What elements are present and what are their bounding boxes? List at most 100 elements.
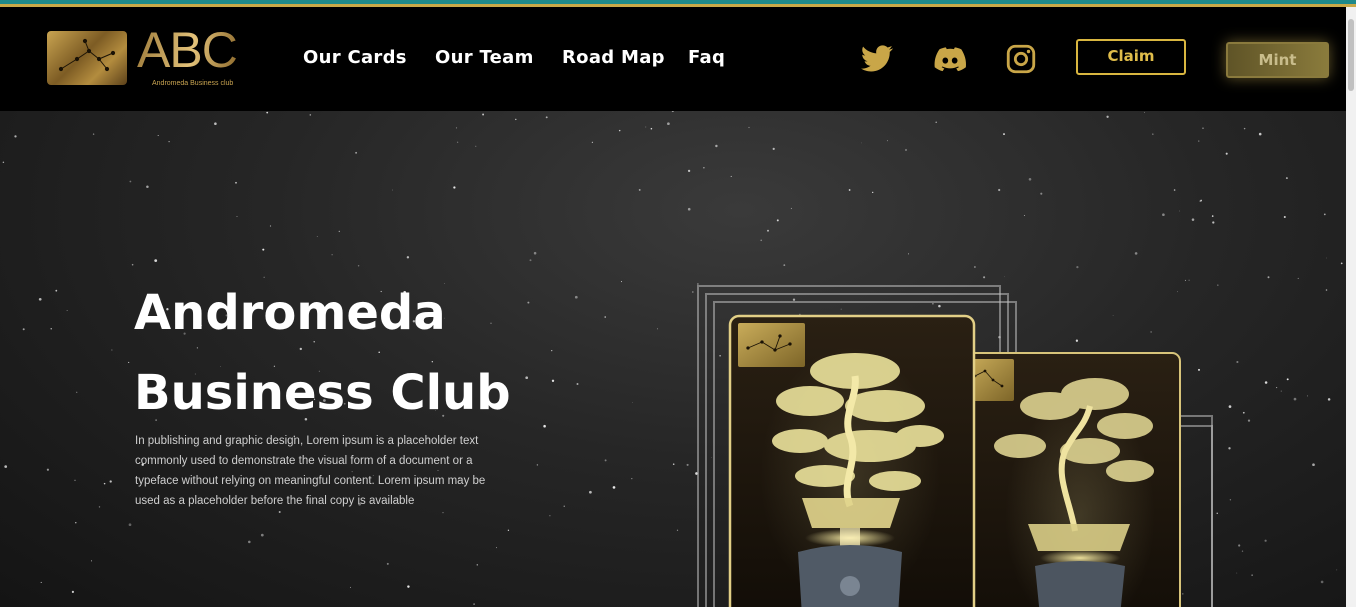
- star: [1023, 215, 1025, 216]
- star: [309, 114, 312, 116]
- logo-subtitle: Andromeda Business club: [152, 80, 234, 87]
- star: [904, 148, 908, 152]
- page-scrollbar[interactable]: [1346, 7, 1356, 607]
- star: [1173, 189, 1176, 191]
- star: [235, 181, 237, 184]
- nav-road-map[interactable]: Road Map: [562, 47, 665, 68]
- star: [1225, 152, 1228, 155]
- scrollbar-thumb[interactable]: [1348, 19, 1354, 91]
- star: [1326, 257, 1328, 259]
- star: [98, 506, 101, 508]
- star: [772, 147, 775, 150]
- star: [111, 349, 113, 351]
- mint-button[interactable]: Mint: [1226, 42, 1329, 78]
- star: [131, 263, 134, 266]
- twitter-icon[interactable]: [860, 42, 894, 76]
- star: [1251, 574, 1253, 576]
- star: [1323, 213, 1326, 216]
- star: [848, 189, 851, 191]
- top-accent-line: [0, 0, 1356, 7]
- star: [22, 328, 25, 331]
- star: [128, 361, 130, 363]
- star: [1267, 276, 1270, 279]
- star: [482, 113, 485, 116]
- star: [75, 522, 77, 524]
- star: [338, 230, 340, 233]
- star: [473, 603, 475, 605]
- nav-faq[interactable]: Faq: [688, 47, 725, 68]
- hero-section: Andromeda Business Club In publishing an…: [0, 111, 1346, 607]
- star: [1280, 390, 1282, 392]
- star: [591, 141, 594, 143]
- star: [767, 229, 769, 232]
- star: [442, 511, 444, 514]
- site-header: ABC Andromeda Business club Our Cards Ou…: [0, 7, 1346, 111]
- star: [407, 585, 410, 588]
- star: [1258, 132, 1262, 136]
- star: [260, 533, 264, 537]
- star: [1236, 360, 1239, 364]
- claim-button[interactable]: Claim: [1076, 39, 1186, 75]
- star: [515, 118, 517, 121]
- star: [1162, 213, 1165, 217]
- star: [1243, 127, 1246, 130]
- star: [103, 482, 106, 485]
- star: [1134, 252, 1138, 255]
- star: [715, 144, 718, 148]
- star: [672, 463, 675, 466]
- hero-description: In publishing and graphic design, Lorem …: [135, 435, 486, 507]
- star: [667, 122, 670, 126]
- star: [1200, 199, 1203, 202]
- nav-our-team[interactable]: Our Team: [435, 47, 534, 68]
- star: [687, 207, 691, 211]
- star: [248, 540, 251, 544]
- star: [50, 328, 52, 330]
- star: [545, 116, 548, 119]
- star: [476, 564, 479, 566]
- star: [687, 169, 691, 173]
- hero-title: Andromeda Business Club: [134, 273, 614, 433]
- star: [730, 175, 732, 177]
- star: [886, 140, 888, 142]
- hero-title-line2: Business Club: [134, 365, 511, 421]
- star: [872, 191, 874, 194]
- star: [146, 185, 149, 189]
- logo-text[interactable]: ABC: [137, 25, 238, 75]
- star: [1198, 140, 1200, 142]
- star: [357, 265, 360, 267]
- star: [262, 248, 265, 251]
- star: [1336, 569, 1338, 571]
- star: [998, 188, 1001, 192]
- star: [495, 547, 497, 549]
- star: [529, 259, 532, 262]
- star: [453, 186, 456, 189]
- star: [266, 111, 269, 114]
- star: [1202, 127, 1204, 129]
- logo-card-icon[interactable]: [47, 31, 127, 85]
- star: [676, 529, 679, 531]
- star: [1242, 411, 1245, 414]
- star: [657, 328, 658, 330]
- star: [1191, 218, 1195, 221]
- star: [278, 511, 281, 513]
- star: [783, 264, 786, 266]
- discord-icon[interactable]: [933, 42, 967, 76]
- nav-our-cards[interactable]: Our Cards: [303, 47, 407, 68]
- star: [907, 253, 910, 255]
- star: [128, 523, 132, 527]
- star: [475, 145, 477, 147]
- star: [66, 310, 68, 311]
- star: [604, 459, 607, 462]
- star: [760, 239, 762, 242]
- star: [14, 135, 17, 138]
- star: [1040, 192, 1043, 195]
- star: [1320, 580, 1324, 584]
- star: [316, 236, 318, 237]
- star: [349, 586, 352, 588]
- star: [90, 560, 93, 562]
- star: [612, 486, 616, 489]
- instagram-icon[interactable]: [1004, 42, 1038, 76]
- star: [563, 505, 565, 507]
- star: [686, 463, 689, 466]
- star: [1327, 398, 1331, 401]
